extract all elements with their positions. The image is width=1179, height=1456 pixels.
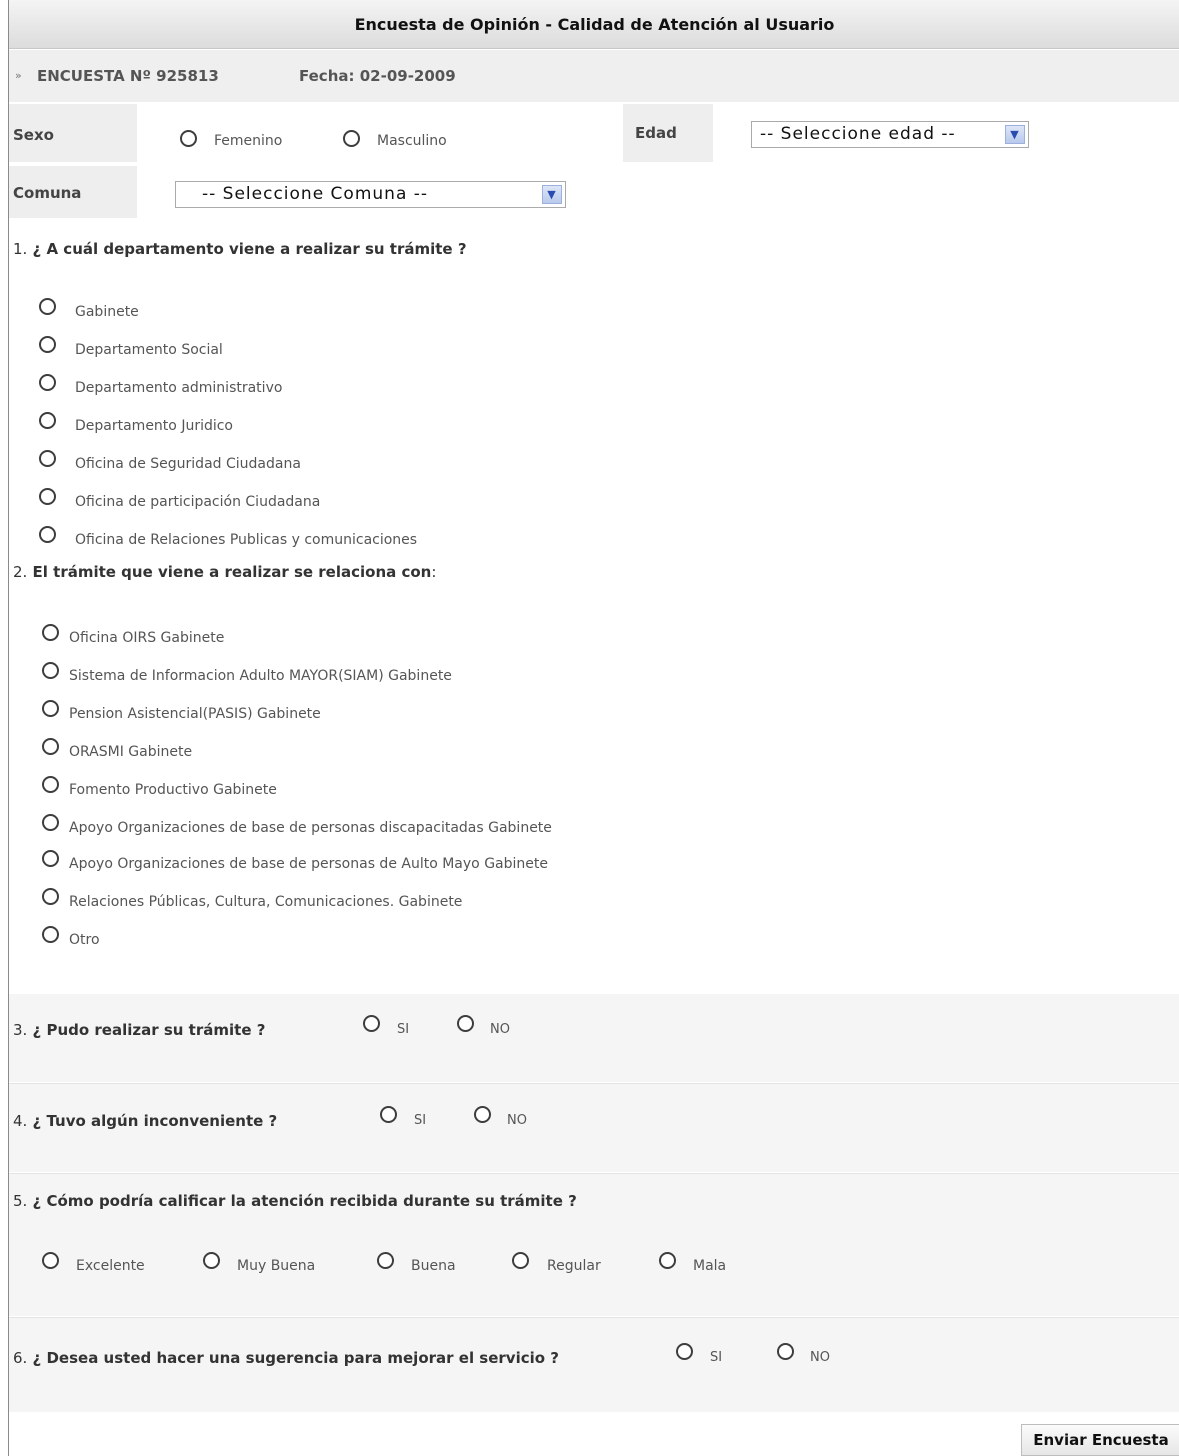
question-5-text: ¿ Cómo podría calificar la atención reci…	[32, 1192, 577, 1210]
question-5: 5. ¿ Cómo podría calificar la atención r…	[13, 1192, 577, 1210]
q2-option-label: Otro	[69, 932, 100, 948]
q1-option-radio[interactable]	[39, 412, 56, 429]
q5-buena-label: Buena	[411, 1258, 456, 1274]
sexo-masculino-label: Masculino	[377, 133, 447, 149]
q4-si-radio[interactable]	[380, 1106, 397, 1123]
q1-option-label: Departamento Social	[75, 342, 223, 358]
question-4: 4. ¿ Tuvo algún inconveniente ?	[13, 1112, 277, 1130]
q3-si-radio[interactable]	[363, 1015, 380, 1032]
q1-option-label: Gabinete	[75, 304, 139, 320]
question-3: 3. ¿ Pudo realizar su trámite ?	[13, 1021, 265, 1039]
q2-option-label: Fomento Productivo Gabinete	[69, 782, 277, 798]
q1-option-label: Departamento administrativo	[75, 380, 283, 396]
q2-option-label: ORASMI Gabinete	[69, 744, 193, 760]
q6-si-radio[interactable]	[676, 1343, 693, 1360]
page-title: Encuesta de Opinión - Calidad de Atenció…	[9, 0, 1179, 49]
q6-si-label: SI	[710, 1350, 723, 1365]
q3-no-radio[interactable]	[457, 1015, 474, 1032]
q2-option-label: Relaciones Públicas, Cultura, Comunicaci…	[69, 894, 463, 910]
question-1-text: ¿ A cuál departamento viene a realizar s…	[32, 240, 467, 258]
comuna-select-value: -- Seleccione Comuna --	[202, 184, 429, 204]
question-4-number: 4.	[13, 1112, 28, 1130]
q5-excelente-label: Excelente	[76, 1258, 145, 1274]
sexo-masculino-radio[interactable]	[343, 130, 360, 147]
question-3-text: ¿ Pudo realizar su trámite ?	[32, 1021, 266, 1039]
edad-select-value: -- Seleccione edad --	[760, 124, 956, 144]
question-6-number: 6.	[13, 1349, 28, 1367]
q5-regular-radio[interactable]	[512, 1252, 529, 1269]
question-6: 6. ¿ Desea usted hacer una sugerencia pa…	[13, 1349, 559, 1367]
question-5-number: 5.	[13, 1192, 28, 1210]
survey-form: Encuesta de Opinión - Calidad de Atenció…	[8, 0, 1179, 1456]
q3-no-label: NO	[490, 1022, 510, 1037]
survey-number: ENCUESTA Nº 925813	[37, 67, 219, 85]
q1-option-radio[interactable]	[39, 526, 56, 543]
submit-survey-button[interactable]: Enviar Encuesta	[1021, 1424, 1179, 1456]
sexo-femenino-label: Femenino	[214, 133, 283, 149]
q2-option-label: Apoyo Organizaciones de base de personas…	[69, 820, 552, 836]
q4-no-label: NO	[507, 1113, 527, 1128]
q2-option-radio[interactable]	[42, 624, 59, 641]
q4-si-label: SI	[414, 1113, 427, 1128]
chevron-down-icon: ▼	[1005, 125, 1025, 144]
question-1-number: 1.	[13, 240, 28, 258]
q2-option-label: Pension Asistencial(PASIS) Gabinete	[69, 706, 321, 722]
q2-option-radio[interactable]	[42, 888, 59, 905]
q5-muy-buena-label: Muy Buena	[237, 1258, 316, 1274]
q2-option-radio[interactable]	[42, 700, 59, 717]
q3-si-label: SI	[397, 1022, 410, 1037]
edad-label-cell: Edad	[623, 104, 713, 162]
q1-option-radio[interactable]	[39, 374, 56, 391]
comuna-select[interactable]: -- Seleccione Comuna -- ▼	[175, 181, 566, 208]
q4-no-radio[interactable]	[474, 1106, 491, 1123]
question-2: 2. El trámite que viene a realizar se re…	[13, 563, 436, 581]
question-2-colon: :	[431, 563, 437, 581]
q1-option-radio[interactable]	[39, 450, 56, 467]
q1-option-radio[interactable]	[39, 298, 56, 315]
q1-option-label: Oficina de participación Ciudadana	[75, 494, 321, 510]
q5-muy-buena-radio[interactable]	[203, 1252, 220, 1269]
q1-option-label: Oficina de Seguridad Ciudadana	[75, 456, 301, 472]
raquo-icon: »	[15, 69, 22, 82]
question-6-text: ¿ Desea usted hacer una sugerencia para …	[32, 1349, 559, 1367]
q6-no-radio[interactable]	[777, 1343, 794, 1360]
q1-option-label: Oficina de Relaciones Publicas y comunic…	[75, 532, 418, 548]
q2-option-radio[interactable]	[42, 776, 59, 793]
survey-date: Fecha: 02-09-2009	[299, 67, 456, 85]
comuna-label: Comuna	[13, 184, 82, 202]
q2-option-radio[interactable]	[42, 662, 59, 679]
q5-excelente-radio[interactable]	[42, 1252, 59, 1269]
q2-option-label: Apoyo Organizaciones de base de personas…	[69, 856, 548, 872]
question-2-text: El trámite que viene a realizar se relac…	[32, 563, 432, 581]
q2-option-radio[interactable]	[42, 926, 59, 943]
q2-option-radio[interactable]	[42, 738, 59, 755]
q2-option-label: Sistema de Informacion Adulto MAYOR(SIAM…	[69, 668, 452, 684]
q5-buena-radio[interactable]	[377, 1252, 394, 1269]
sexo-femenino-radio[interactable]	[180, 130, 197, 147]
edad-select[interactable]: -- Seleccione edad -- ▼	[751, 121, 1029, 148]
q2-option-radio[interactable]	[42, 850, 59, 867]
question-2-number: 2.	[13, 563, 28, 581]
q1-option-radio[interactable]	[39, 488, 56, 505]
question-4-text: ¿ Tuvo algún inconveniente ?	[32, 1112, 278, 1130]
q1-option-radio[interactable]	[39, 336, 56, 353]
q5-mala-radio[interactable]	[659, 1252, 676, 1269]
question-1: 1. ¿ A cuál departamento viene a realiza…	[13, 240, 467, 258]
q2-option-radio[interactable]	[42, 814, 59, 831]
survey-info-bar: » ENCUESTA Nº 925813 Fecha: 02-09-2009	[9, 50, 1179, 102]
edad-label: Edad	[635, 124, 677, 142]
q5-mala-label: Mala	[693, 1258, 727, 1274]
q1-option-label: Departamento Juridico	[75, 418, 233, 434]
sexo-label: Sexo	[13, 126, 54, 144]
q2-option-label: Oficina OIRS Gabinete	[69, 630, 225, 646]
q5-regular-label: Regular	[547, 1258, 601, 1274]
question-3-number: 3.	[13, 1021, 28, 1039]
q6-no-label: NO	[810, 1350, 830, 1365]
comuna-label-cell: Comuna	[9, 166, 137, 218]
sexo-label-cell: Sexo	[9, 104, 137, 162]
chevron-down-icon: ▼	[542, 185, 562, 204]
